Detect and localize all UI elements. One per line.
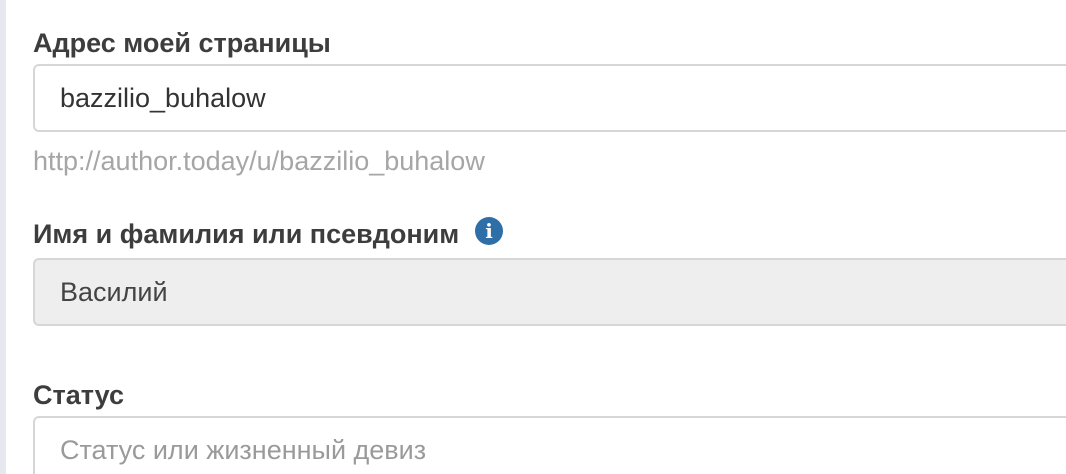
info-icon[interactable]: i <box>475 217 503 245</box>
left-border <box>0 0 6 474</box>
page-address-label: Адрес моей страницы <box>33 28 331 58</box>
page-address-input[interactable] <box>33 64 1066 132</box>
name-label: Имя и фамилия или псевдоним <box>33 219 460 249</box>
status-input[interactable] <box>33 416 1066 474</box>
profile-settings-form: Адрес моей страницы http://author.today/… <box>0 0 1066 474</box>
name-input <box>33 258 1066 326</box>
status-label: Статус <box>33 380 124 410</box>
page-address-hint: http://author.today/u/bazzilio_buhalow <box>33 146 485 176</box>
